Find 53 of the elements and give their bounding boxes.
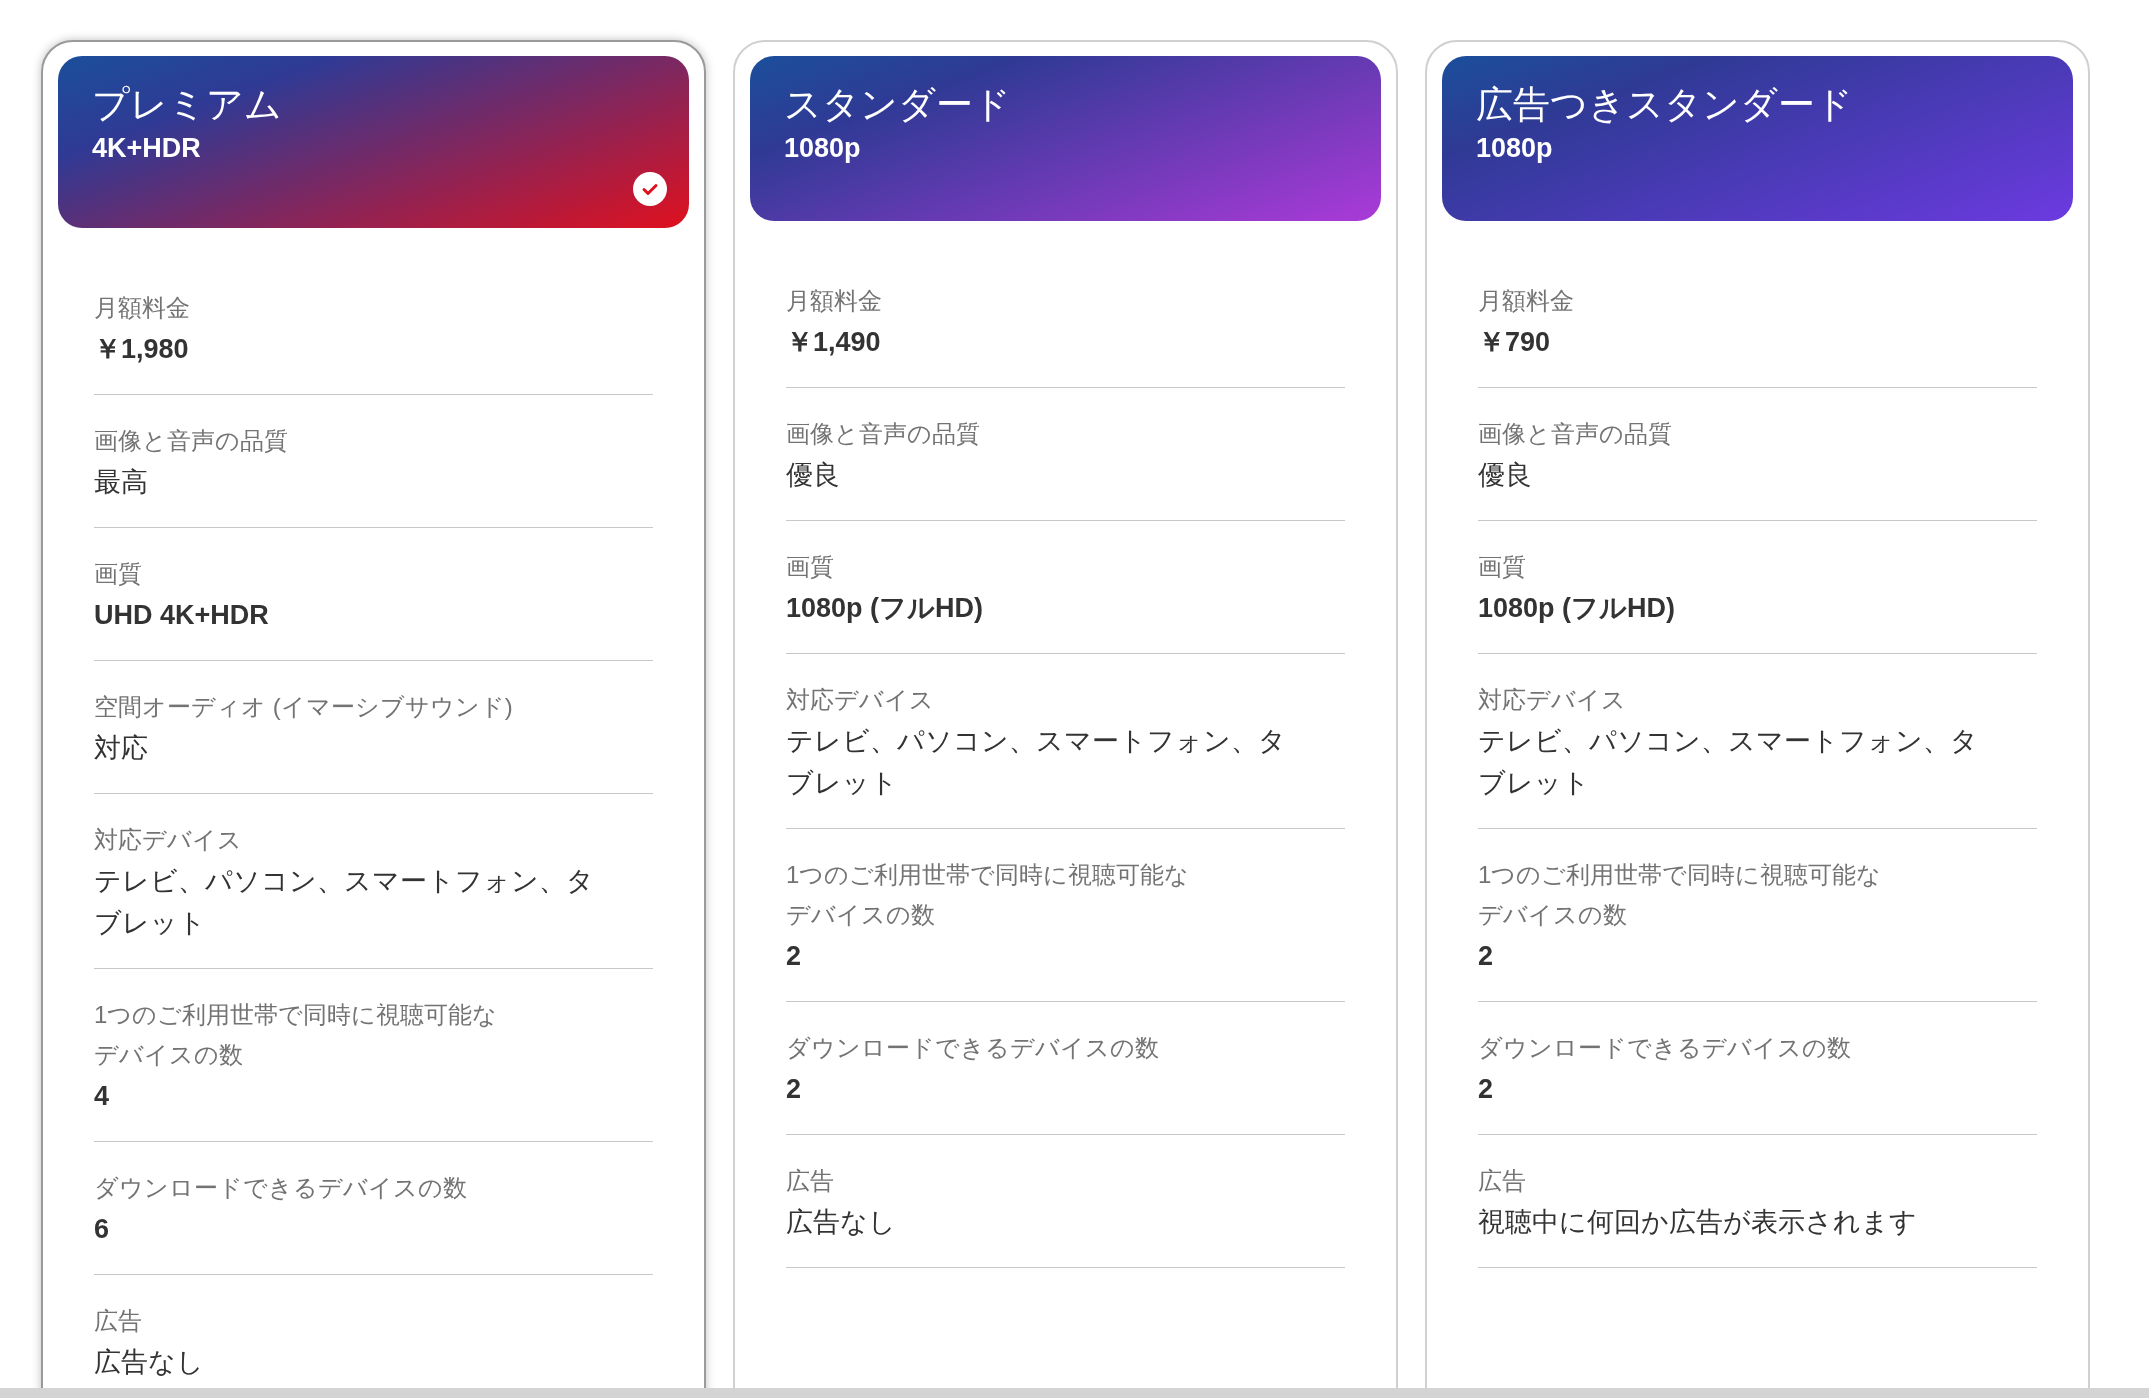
feature-value: 1080p (フルHD) bbox=[1478, 592, 1677, 625]
feature-value: 最高 bbox=[94, 466, 149, 499]
plan-resolution: 1080p bbox=[1476, 132, 1554, 165]
plan-name: 広告つきスタンダード bbox=[1476, 83, 1854, 127]
feature-label: 画像と音声の品質 bbox=[1478, 419, 1673, 449]
feature-label: 月額料金 bbox=[94, 293, 191, 323]
feature-value: 1080p (フルHD) bbox=[786, 592, 985, 625]
feature-label: 対応デバイス bbox=[786, 685, 935, 715]
feature-label: 画質 bbox=[94, 559, 143, 589]
feature-label: 1つのご利用世帯で同時に視聴可能なデバイスの数 bbox=[94, 1000, 499, 1070]
feature-label: 月額料金 bbox=[1478, 286, 1575, 316]
feature-value: ￥790 bbox=[1478, 326, 1552, 359]
feature-label: 広告 bbox=[786, 1166, 835, 1196]
feature-value: UHD 4K+HDR bbox=[94, 599, 270, 632]
plan-card[interactable]: 広告つきスタンダード 1080p 月額料金 ￥790 画像と音声の品質 優良 画質 1080p (フルHD) 対応デバイス テレビ、パソコン、スマートフォン、タブレット 1つのご利用世帯で同時に視聴可能なデバイスの数 2 ダウンロードできるデバイスの数 2 広告 視聴中に何回か広告が表示されます bbox=[1425, 40, 2090, 1388]
feature-value: ￥1,980 bbox=[94, 333, 190, 366]
feature-value: 優良 bbox=[786, 459, 841, 492]
feature-value: 2 bbox=[786, 940, 803, 973]
feature-label: 画像と音声の品質 bbox=[786, 419, 981, 449]
plan-name: スタンダード bbox=[784, 83, 1012, 127]
feature-label: ダウンロードできるデバイスの数 bbox=[1478, 1033, 1852, 1063]
feature-label: ダウンロードできるデバイスの数 bbox=[94, 1173, 468, 1203]
feature-label: 広告 bbox=[94, 1306, 143, 1336]
feature-value: 2 bbox=[786, 1073, 803, 1106]
feature-label: ダウンロードできるデバイスの数 bbox=[786, 1033, 1160, 1063]
feature-value: 4 bbox=[94, 1080, 111, 1113]
feature-label: 広告 bbox=[1478, 1166, 1527, 1196]
feature-value: 広告なし bbox=[94, 1346, 205, 1379]
feature-label: 対応デバイス bbox=[94, 825, 243, 855]
plan-resolution: 4K+HDR bbox=[92, 132, 202, 165]
feature-value: 広告なし bbox=[786, 1206, 897, 1239]
feature-value: テレビ、パソコン、スマートフォン、タブレット bbox=[786, 725, 1286, 800]
plan-card[interactable]: プレミアム 4K+HDR 月額料金 ￥1,980 画像と音声の品質 最高 画質 UHD 4K+HDR 空間オーディオ (イマーシブサウンド) 対応 対応デバイス テレビ、パソコン、スマートフォン、タブレット 1つのご利用世帯で同時に視聴可能なデバイスの数 4 ダウンロードできるデバイスの数 6 広告 広告なし bbox=[41, 40, 706, 1388]
plan-name: プレミアム bbox=[92, 83, 283, 127]
feature-value: 対応 bbox=[94, 732, 149, 765]
feature-label: 対応デバイス bbox=[1478, 685, 1627, 715]
feature-value: テレビ、パソコン、スマートフォン、タブレット bbox=[1478, 725, 1978, 800]
feature-value: ￥1,490 bbox=[786, 326, 882, 359]
feature-label: 月額料金 bbox=[786, 286, 883, 316]
feature-label: 1つのご利用世帯で同時に視聴可能なデバイスの数 bbox=[786, 860, 1191, 930]
feature-label: 画質 bbox=[1478, 552, 1527, 582]
feature-label: 1つのご利用世帯で同時に視聴可能なデバイスの数 bbox=[1478, 860, 1883, 930]
feature-value: 2 bbox=[1478, 940, 1495, 973]
feature-label: 画像と音声の品質 bbox=[94, 426, 289, 456]
feature-value: 視聴中に何回か広告が表示されます bbox=[1478, 1206, 1918, 1239]
feature-value: 6 bbox=[94, 1213, 111, 1246]
feature-label: 画質 bbox=[786, 552, 835, 582]
plan-card[interactable]: スタンダード 1080p 月額料金 ￥1,490 画像と音声の品質 優良 画質 1080p (フルHD) 対応デバイス テレビ、パソコン、スマートフォン、タブレット 1つのご利用世帯で同時に視聴可能なデバイスの数 2 ダウンロードできるデバイスの数 2 広告 広告なし bbox=[733, 40, 1398, 1388]
plan-resolution: 1080p bbox=[784, 132, 862, 165]
feature-label: 空間オーディオ (イマーシブサウンド) bbox=[94, 692, 514, 722]
feature-value: 優良 bbox=[1478, 459, 1533, 492]
feature-value: 2 bbox=[1478, 1073, 1495, 1106]
feature-value: テレビ、パソコン、スマートフォン、タブレット bbox=[94, 865, 594, 940]
